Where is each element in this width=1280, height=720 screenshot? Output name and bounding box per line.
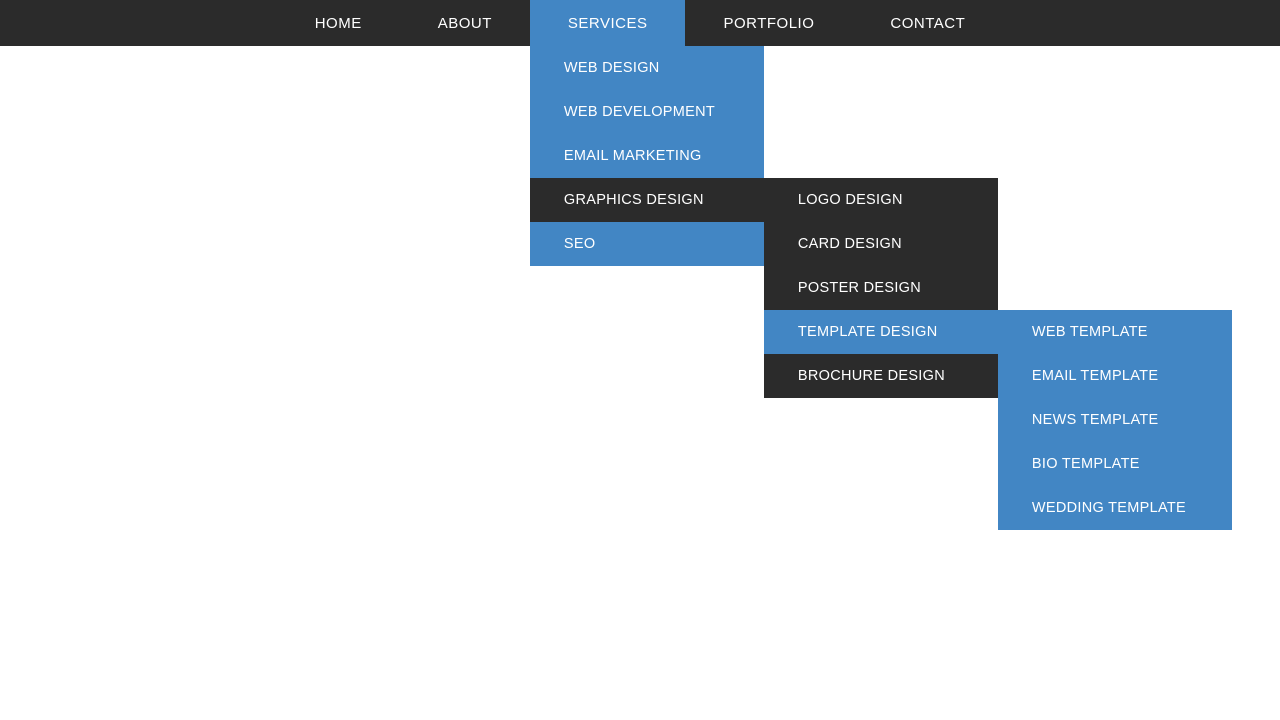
submenu-graphics-design[interactable]: GRAPHICS DESIGN LOGO DESIGN CARD DESIGN … [530,178,764,222]
flyout2-news-template[interactable]: NEWS TEMPLATE [998,398,1232,442]
submenu-email-marketing[interactable]: EMAIL MARKETING [530,134,764,178]
flyout2-web-template[interactable]: WEB TEMPLATE [998,310,1232,354]
graphics-flyout: LOGO DESIGN CARD DESIGN POSTER DESIGN TE… [764,178,998,398]
flyout-logo-design[interactable]: LOGO DESIGN [764,178,998,222]
flyout2-wedding-template-label: WEDDING TEMPLATE [1032,500,1186,516]
nav-portfolio-label: PORTFOLIO [723,15,814,32]
flyout-poster-design[interactable]: POSTER DESIGN [764,266,998,310]
nav-contact[interactable]: CONTACT [852,0,1003,46]
flyout-poster-design-label: POSTER DESIGN [798,280,921,296]
flyout-template-design-label: TEMPLATE DESIGN [798,324,938,340]
flyout2-bio-template[interactable]: BIO TEMPLATE [998,442,1232,486]
flyout-brochure-design[interactable]: BROCHURE DESIGN [764,354,998,398]
submenu-web-design[interactable]: WEB DESIGN [530,46,764,90]
flyout-card-design-label: CARD DESIGN [798,236,902,252]
submenu-web-design-label: WEB DESIGN [564,60,660,76]
services-submenu: WEB DESIGN WEB DEVELOPMENT EMAIL MARKETI… [530,46,764,266]
submenu-web-development[interactable]: WEB DEVELOPMENT [530,90,764,134]
flyout2-web-template-label: WEB TEMPLATE [1032,324,1148,340]
submenu-seo-label: SEO [564,236,596,252]
nav-home[interactable]: HOME [277,0,400,46]
flyout2-email-template[interactable]: EMAIL TEMPLATE [998,354,1232,398]
submenu-email-marketing-label: EMAIL MARKETING [564,148,702,164]
submenu-seo[interactable]: SEO [530,222,764,266]
nav-portfolio[interactable]: PORTFOLIO [685,0,852,46]
template-flyout: WEB TEMPLATE EMAIL TEMPLATE NEWS TEMPLAT… [998,310,1232,530]
submenu-graphics-design-label: GRAPHICS DESIGN [564,192,704,208]
flyout2-news-template-label: NEWS TEMPLATE [1032,412,1159,428]
flyout2-bio-template-label: BIO TEMPLATE [1032,456,1140,472]
flyout-logo-design-label: LOGO DESIGN [798,192,903,208]
nav-about[interactable]: ABOUT [400,0,530,46]
submenu-web-development-label: WEB DEVELOPMENT [564,104,715,120]
flyout-brochure-design-label: BROCHURE DESIGN [798,368,945,384]
nav-contact-label: CONTACT [890,15,965,32]
flyout-template-design[interactable]: TEMPLATE DESIGN WEB TEMPLATE EMAIL TEMPL… [764,310,998,354]
nav-about-label: ABOUT [438,15,492,32]
flyout2-email-template-label: EMAIL TEMPLATE [1032,368,1158,384]
nav-home-label: HOME [315,15,362,32]
main-navbar: HOME ABOUT SERVICES WEB DESIGN WEB DEVEL… [0,0,1280,46]
flyout-card-design[interactable]: CARD DESIGN [764,222,998,266]
flyout2-wedding-template[interactable]: WEDDING TEMPLATE [998,486,1232,530]
nav-services-label: SERVICES [568,15,648,32]
nav-services[interactable]: SERVICES WEB DESIGN WEB DEVELOPMENT EMAI… [530,0,686,46]
